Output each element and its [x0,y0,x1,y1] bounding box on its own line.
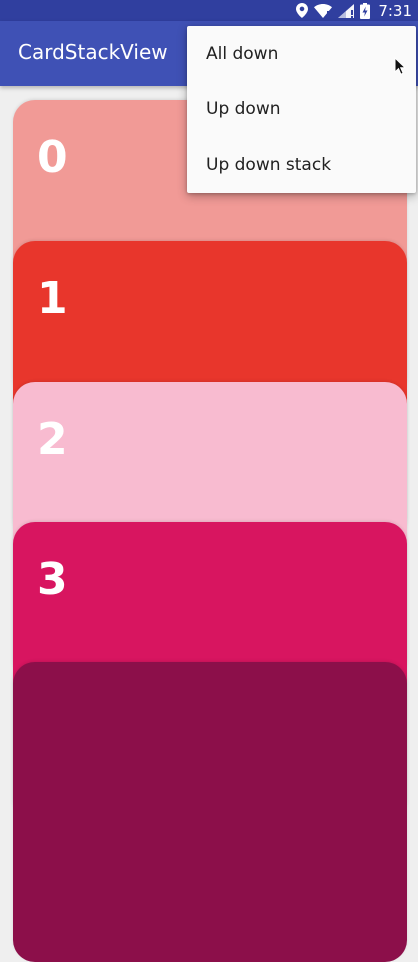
card-4[interactable] [13,662,407,962]
app-title: CardStackView [18,40,168,64]
location-icon [296,3,309,18]
menu-item-up-down[interactable]: Up down [187,81,416,137]
status-bar: 7:31 [0,0,418,21]
menu-item-up-down-stack[interactable]: Up down stack [187,137,416,193]
wifi-icon [314,3,333,18]
overflow-menu: All down Up down Up down stack [187,26,416,193]
mouse-cursor-icon [394,56,407,79]
card-number: 2 [37,414,68,465]
status-time: 7:31 [378,1,412,20]
card-number: 0 [37,132,68,183]
status-icons: 7:31 [296,0,412,21]
battery-charging-icon [360,2,371,19]
menu-item-all-down[interactable]: All down [187,26,416,81]
card-number: 3 [37,554,68,605]
card-number: 1 [37,273,68,324]
signal-icon [338,3,355,18]
